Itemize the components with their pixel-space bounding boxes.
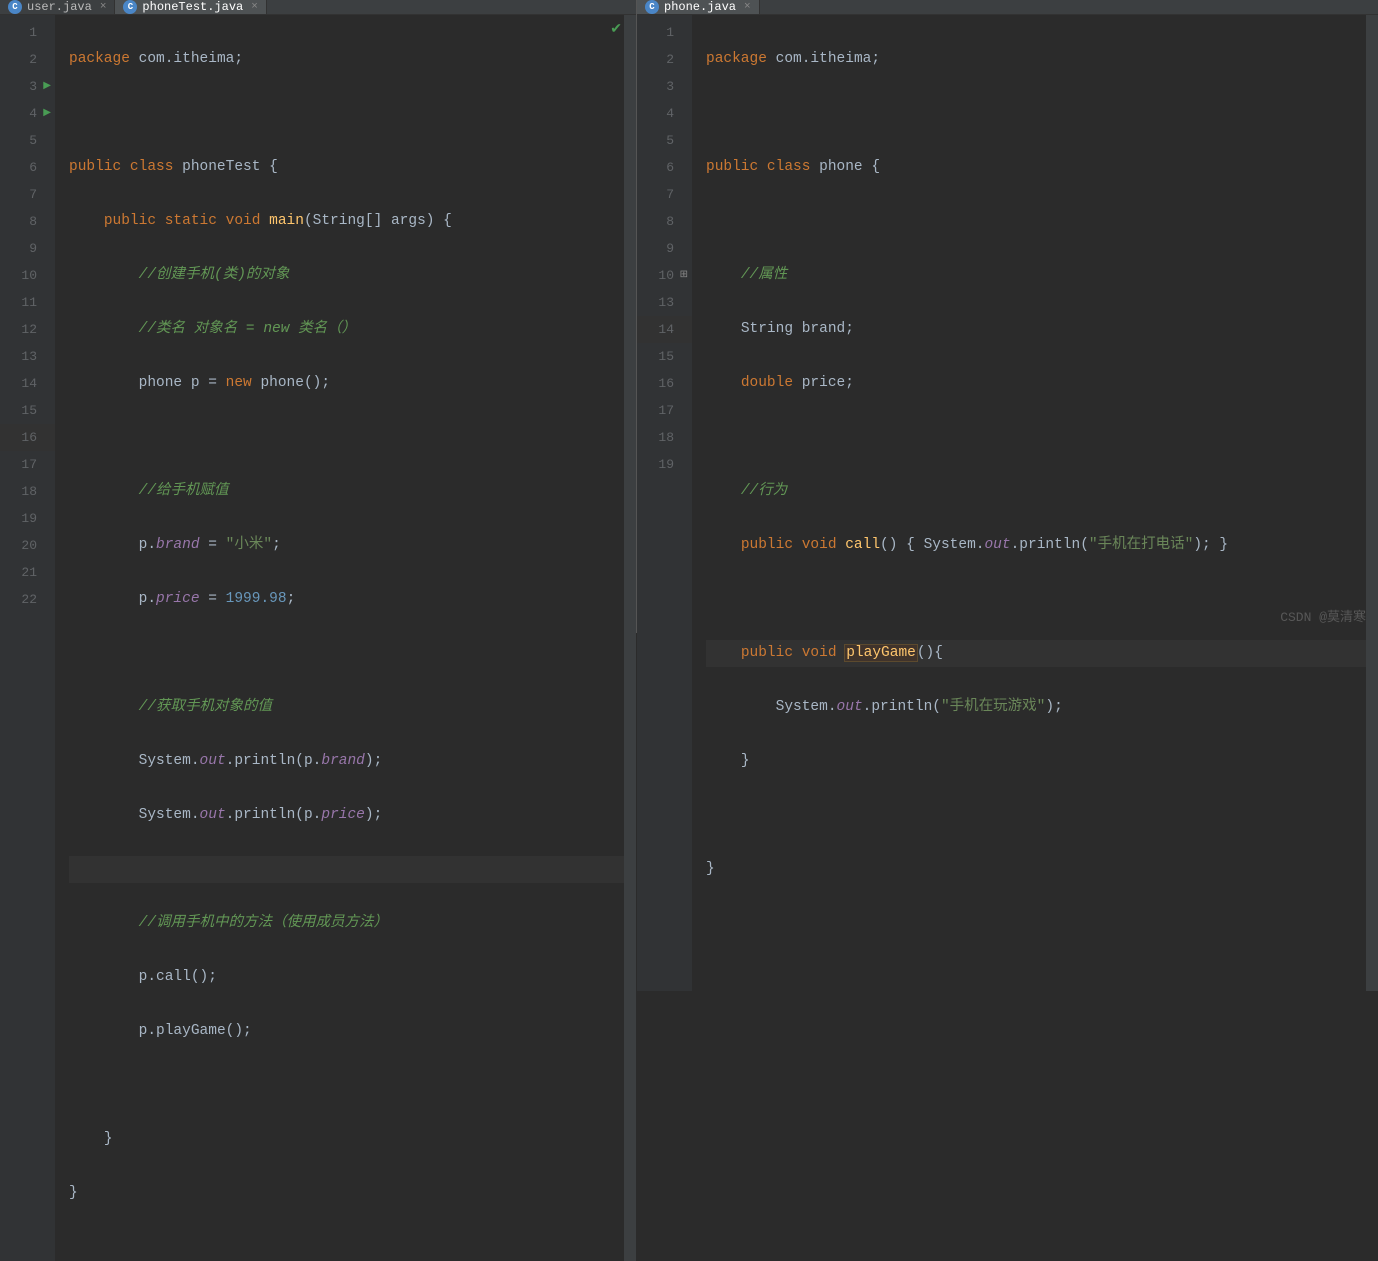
tab-phonetest-java[interactable]: C phoneTest.java × — [115, 0, 266, 14]
right-editor[interactable]: 1 2 3 4 5 6 7 8 9 10⊞ 13 14 15 16 17 18 … — [637, 15, 1378, 991]
fold-icon[interactable]: ⊞ — [680, 262, 688, 289]
left-editor[interactable]: 1 2 3▶ 4▶ 5 6 7 8 9 10 11 12 13 14 15 16… — [0, 15, 636, 1261]
tab-user-java[interactable]: C user.java × — [0, 0, 115, 14]
left-code[interactable]: package com.itheima; public class phoneT… — [55, 15, 624, 1261]
right-code[interactable]: package com.itheima; public class phone … — [692, 15, 1366, 991]
left-editor-pane: C user.java × C phoneTest.java × 1 2 3▶ … — [0, 0, 637, 633]
close-icon[interactable]: × — [100, 1, 107, 13]
java-class-icon: C — [123, 0, 137, 14]
tab-label: phone.java — [664, 0, 736, 14]
tab-label: user.java — [27, 0, 92, 14]
run-icon[interactable]: ▶ — [43, 73, 51, 100]
right-tab-bar: C phone.java × — [637, 0, 1378, 15]
right-editor-pane: C phone.java × 1 2 3 4 5 6 7 8 9 10⊞ 13 … — [637, 0, 1378, 633]
watermark: CSDN @莫清寒 — [1280, 606, 1366, 625]
check-icon: ✔ — [610, 21, 622, 38]
java-class-icon: C — [645, 0, 659, 14]
close-icon[interactable]: × — [251, 1, 258, 13]
tab-phone-java[interactable]: C phone.java × — [637, 0, 760, 14]
close-icon[interactable]: × — [744, 1, 751, 13]
left-tab-bar: C user.java × C phoneTest.java × — [0, 0, 636, 15]
right-scrollbar[interactable] — [1366, 15, 1378, 991]
left-gutter: 1 2 3▶ 4▶ 5 6 7 8 9 10 11 12 13 14 15 16… — [0, 15, 55, 1261]
tab-label: phoneTest.java — [142, 0, 243, 14]
left-scrollbar[interactable] — [624, 15, 636, 1261]
run-icon[interactable]: ▶ — [43, 100, 51, 127]
right-gutter: 1 2 3 4 5 6 7 8 9 10⊞ 13 14 15 16 17 18 … — [637, 15, 692, 991]
java-class-icon: C — [8, 0, 22, 14]
